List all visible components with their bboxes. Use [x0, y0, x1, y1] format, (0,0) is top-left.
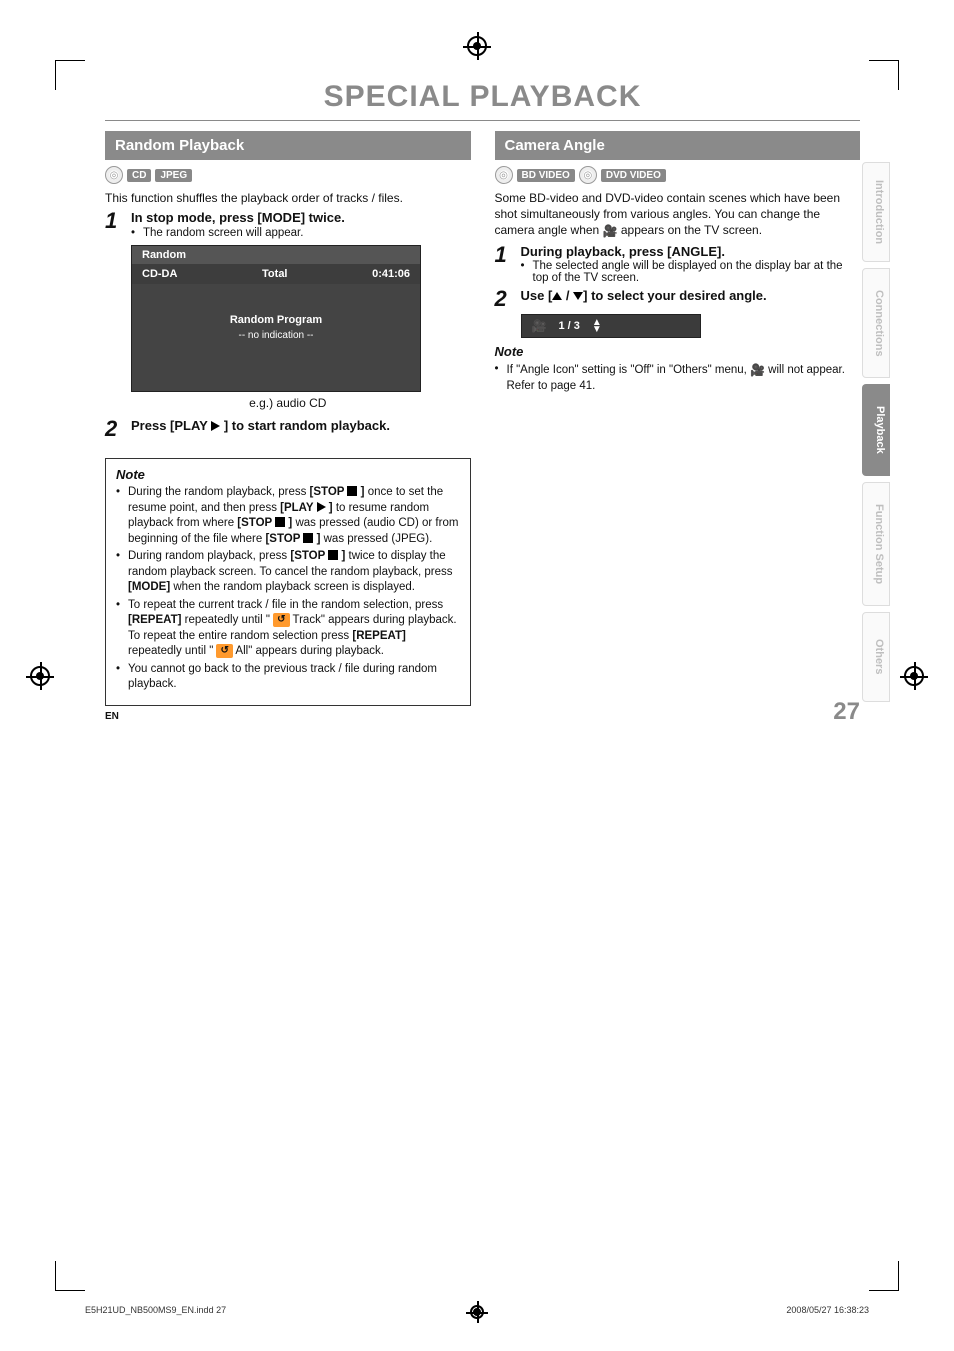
- disc-icon: ◎: [579, 166, 597, 184]
- tab-others: Others: [862, 612, 890, 702]
- tab-function-setup: Function Setup: [862, 482, 890, 606]
- step-number: 2: [495, 288, 513, 310]
- crop-mark-bl: [55, 1261, 85, 1291]
- stop-icon: [347, 486, 357, 496]
- badge-cd: CD: [127, 169, 151, 182]
- repeat-icon: [216, 644, 232, 658]
- stop-icon: [328, 550, 338, 560]
- osd-caption: e.g.) audio CD: [105, 396, 471, 410]
- play-icon: [211, 421, 220, 431]
- badge-jpeg: JPEG: [155, 169, 192, 182]
- badge-dvd-video: DVD VIDEO: [601, 169, 666, 182]
- badge-bd-video: BD VIDEO: [517, 169, 575, 182]
- osd-title: Random: [132, 246, 420, 264]
- note-heading: Note: [495, 344, 861, 359]
- step-1-main-r: During playback, press [ANGLE].: [521, 244, 861, 261]
- note-item: During the random playback, press [STOP …: [116, 485, 460, 547]
- note-item: You cannot go back to the previous track…: [116, 662, 460, 693]
- intro-right: Some BD-video and DVD-video contain scen…: [495, 190, 861, 240]
- step-number: 2: [105, 418, 123, 440]
- left-column: Random Playback ◎ CD JPEG This function …: [105, 131, 471, 706]
- osd-body-line1: Random Program: [132, 314, 420, 326]
- heading-camera-angle: Camera Angle: [495, 131, 861, 160]
- note-item: During random playback, press [STOP ] tw…: [116, 549, 460, 596]
- print-footer: E5H21UD_NB500MS9_EN.indd 27 2008/05/27 1…: [85, 1305, 869, 1315]
- up-down-arrows-icon: ▲▼: [592, 319, 602, 333]
- step-2-main: Press [PLAY ] to start random playback.: [131, 418, 471, 435]
- down-arrow-icon: [573, 292, 583, 300]
- main-title: SPECIAL PLAYBACK: [105, 80, 860, 114]
- footer-timestamp: 2008/05/27 16:38:23: [786, 1305, 869, 1315]
- stop-icon: [275, 517, 285, 527]
- crop-mark-tr: [869, 60, 899, 90]
- crop-mark-tl: [55, 60, 85, 90]
- osd-body-line2: -- no indication --: [132, 330, 420, 341]
- registration-mark-right: [904, 666, 924, 686]
- step-1-left: 1 In stop mode, press [MODE] twice. The …: [105, 210, 471, 239]
- step-1-sub-r: The selected angle will be displayed on …: [521, 260, 861, 284]
- page-content: SPECIAL PLAYBACK Random Playback ◎ CD JP…: [105, 80, 860, 706]
- note-item: To repeat the current track / file in th…: [116, 598, 460, 660]
- angle-count: 1 / 3: [558, 320, 579, 332]
- osd-label-left: CD-DA: [142, 268, 177, 280]
- repeat-icon: [273, 613, 289, 627]
- step-2-main-r: Use [ / ] to select your desired angle.: [521, 288, 861, 305]
- disc-badges-left: ◎ CD JPEG: [105, 166, 471, 184]
- play-icon: [317, 502, 326, 512]
- registration-mark-bottom: [470, 1305, 484, 1321]
- angle-icon: 🎥: [532, 319, 547, 333]
- step-2-left: 2 Press [PLAY ] to start random playback…: [105, 418, 471, 440]
- tab-introduction: Introduction: [862, 162, 890, 262]
- registration-mark-top: [467, 36, 487, 56]
- osd-random-screen: Random CD-DA Total 0:41:06 Random Progra…: [131, 245, 421, 392]
- tab-connections: Connections: [862, 268, 890, 378]
- page-lang: EN: [105, 711, 119, 722]
- intro-left: This function shuffles the playback orde…: [105, 190, 471, 206]
- title-rule: [105, 120, 860, 121]
- osd-label-mid: Total: [262, 268, 287, 280]
- step-1-main: In stop mode, press [MODE] twice.: [131, 210, 471, 227]
- note-heading: Note: [116, 467, 460, 482]
- heading-random-playback: Random Playback: [105, 131, 471, 160]
- footer-file: E5H21UD_NB500MS9_EN.indd 27: [85, 1305, 226, 1315]
- disc-icon: ◎: [105, 166, 123, 184]
- tab-playback: Playback: [862, 384, 890, 476]
- step-number: 1: [105, 210, 123, 239]
- step-number: 1: [495, 244, 513, 285]
- crop-mark-br: [869, 1261, 899, 1291]
- up-arrow-icon: [552, 292, 562, 300]
- step-2-right: 2 Use [ / ] to select your desired angle…: [495, 288, 861, 310]
- osd-label-right: 0:41:06: [372, 268, 410, 280]
- right-column: Camera Angle ◎ BD VIDEO ◎ DVD VIDEO Some…: [495, 131, 861, 706]
- step-1-sub: The random screen will appear.: [131, 227, 471, 239]
- note-box-left: Note During the random playback, press […: [105, 458, 471, 706]
- registration-mark-left: [30, 666, 50, 686]
- stop-icon: [303, 533, 313, 543]
- step-1-right: 1 During playback, press [ANGLE]. The se…: [495, 244, 861, 285]
- side-tabs: Introduction Connections Playback Functi…: [862, 162, 890, 702]
- disc-icon: ◎: [495, 166, 513, 184]
- note-item: If "Angle Icon" setting is "Off" in "Oth…: [495, 362, 861, 394]
- page-number: 27: [833, 698, 860, 726]
- disc-badges-right: ◎ BD VIDEO ◎ DVD VIDEO: [495, 166, 861, 184]
- note-right: Note If "Angle Icon" setting is "Off" in…: [495, 344, 861, 394]
- angle-icon: 🎥: [603, 223, 618, 239]
- angle-osd-bar: 🎥 1 / 3 ▲▼: [521, 314, 701, 338]
- angle-icon: 🎥: [750, 362, 765, 378]
